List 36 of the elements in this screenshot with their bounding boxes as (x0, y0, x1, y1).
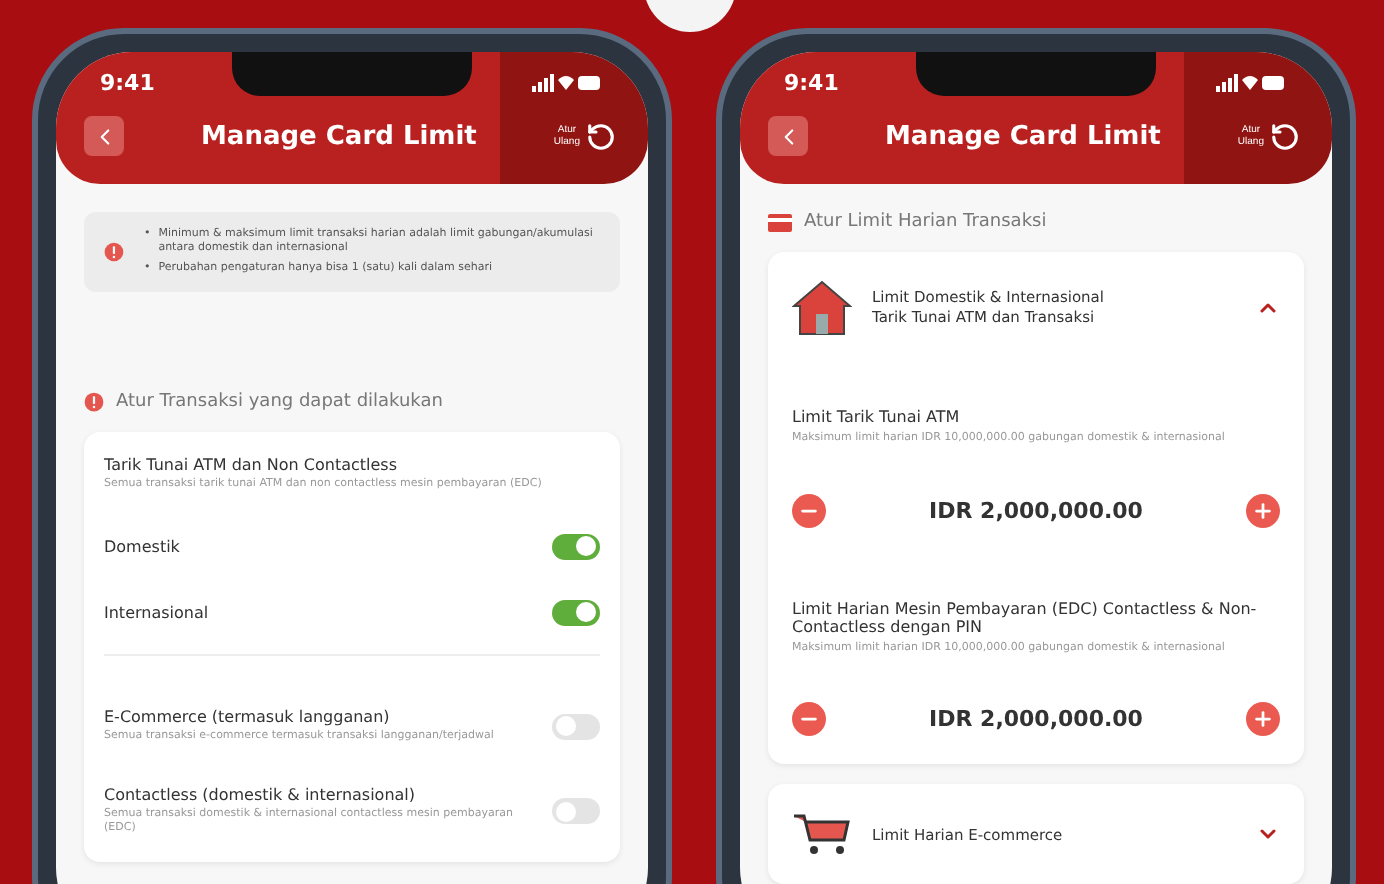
toggle-switch[interactable] (552, 713, 600, 740)
plus-icon (1251, 499, 1274, 522)
screen-title: Manage Card Limit (199, 121, 479, 151)
decrease-button[interactable] (792, 702, 826, 737)
toggle-switch[interactable] (552, 599, 600, 626)
option-label: Internasional (104, 603, 209, 622)
house-icon (792, 280, 852, 336)
limit-title: Limit Harian Mesin Pembayaran (EDC) Contactless & Non-Contactless dengan PIN (792, 599, 1259, 636)
alert-icon (84, 392, 104, 413)
item-title: Contactless (domestik & internasional) (104, 785, 418, 804)
back-button[interactable] (84, 116, 124, 156)
increase-button[interactable] (1245, 702, 1280, 737)
reset-icon (1270, 121, 1300, 151)
plus-icon (1251, 708, 1274, 731)
item-title: Tarik Tunai ATM dan Non Contactless (104, 456, 400, 475)
increase-button[interactable] (1245, 493, 1280, 528)
status-time: 9:41 (784, 69, 839, 95)
item-title: E-Commerce (termasuk langganan) (104, 707, 392, 726)
section-title: Atur Limit Harian Transaksi (804, 212, 1047, 232)
card-icon (768, 213, 792, 231)
toggle-switch[interactable] (552, 533, 600, 560)
status-icons (1216, 73, 1284, 91)
toggle-switch[interactable] (552, 798, 600, 825)
limit-value: IDR 2,000,000.00 (929, 706, 1143, 733)
alert-icon (104, 238, 124, 267)
reset-icon (586, 121, 616, 151)
option-label: Domestik (104, 537, 180, 556)
limit-value: IDR 2,000,000.00 (929, 497, 1143, 524)
screen-title: Manage Card Limit (883, 121, 1163, 151)
limit-title: Limit Tarik Tunai ATM (792, 408, 962, 426)
status-time: 9:41 (100, 69, 155, 95)
status-icons (532, 73, 600, 91)
section-title: Atur Transaksi yang dapat dilakukan (116, 392, 443, 413)
cart-icon (792, 812, 852, 857)
decrease-button[interactable] (792, 493, 826, 528)
back-button[interactable] (768, 116, 808, 156)
